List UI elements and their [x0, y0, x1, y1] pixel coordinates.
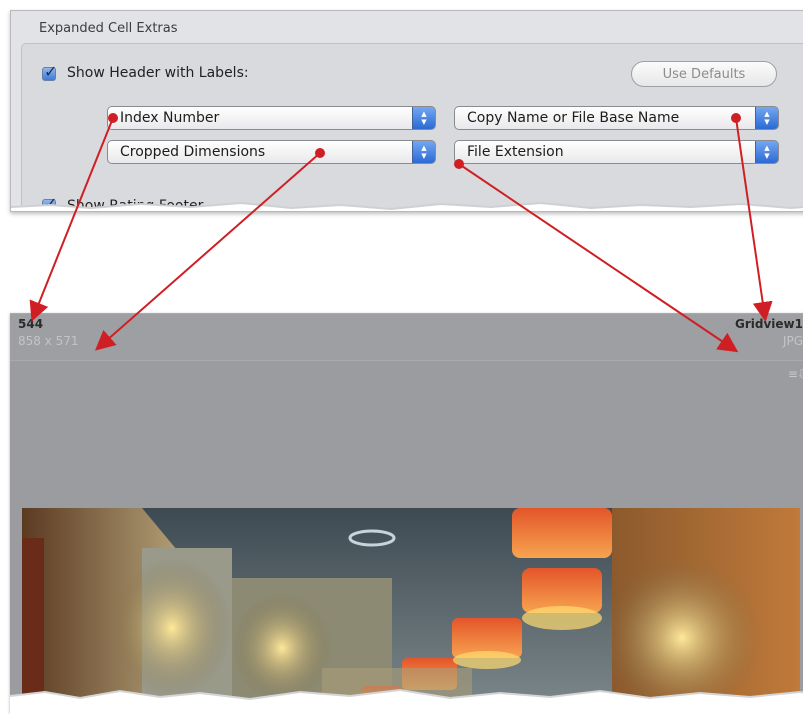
- up-down-arrows-icon: ▲ ▼: [755, 141, 778, 163]
- torn-edge: [10, 688, 803, 714]
- cell-header: 544 858 x 571 Gridview1 JPG: [10, 314, 803, 361]
- file-extension-label: JPG: [782, 334, 803, 348]
- popup-cropped-dimensions-value: Cropped Dimensions: [120, 144, 266, 160]
- popup-file-extension[interactable]: File Extension ▲ ▼: [454, 140, 779, 164]
- expanded-cell-extras-panel: Expanded Cell Extras ✓ Show Header with …: [10, 10, 803, 212]
- torn-edge: [11, 201, 803, 211]
- popup-copy-name[interactable]: Copy Name or File Base Name ▲ ▼: [454, 106, 779, 130]
- metadata-badge-icon[interactable]: ≡⇩: [788, 367, 803, 381]
- up-down-arrows-icon: ▲ ▼: [755, 107, 778, 129]
- use-defaults-button[interactable]: Use Defaults: [631, 61, 777, 87]
- popup-file-extension-value: File Extension: [467, 144, 564, 160]
- show-header-label: Show Header with Labels:: [67, 65, 249, 81]
- popup-index-number-value: Index Number: [120, 110, 220, 126]
- popup-cropped-dimensions[interactable]: Cropped Dimensions ▲ ▼: [107, 140, 436, 164]
- show-header-checkbox[interactable]: ✓: [42, 62, 57, 81]
- popup-copy-name-value: Copy Name or File Base Name: [467, 110, 680, 126]
- dimensions-label: 858 x 571: [18, 334, 79, 348]
- file-name-label: Gridview1: [735, 317, 803, 331]
- popup-index-number[interactable]: Index Number ▲ ▼: [107, 106, 436, 130]
- browser-cell[interactable]: 544 858 x 571 Gridview1 JPG ≡⇩: [10, 313, 803, 714]
- up-down-arrows-icon: ▲ ▼: [412, 107, 435, 129]
- checkmark-icon: ✓: [44, 62, 58, 81]
- section-title: Expanded Cell Extras: [39, 21, 178, 36]
- up-down-arrows-icon: ▲ ▼: [412, 141, 435, 163]
- index-number-label: 544: [18, 317, 44, 331]
